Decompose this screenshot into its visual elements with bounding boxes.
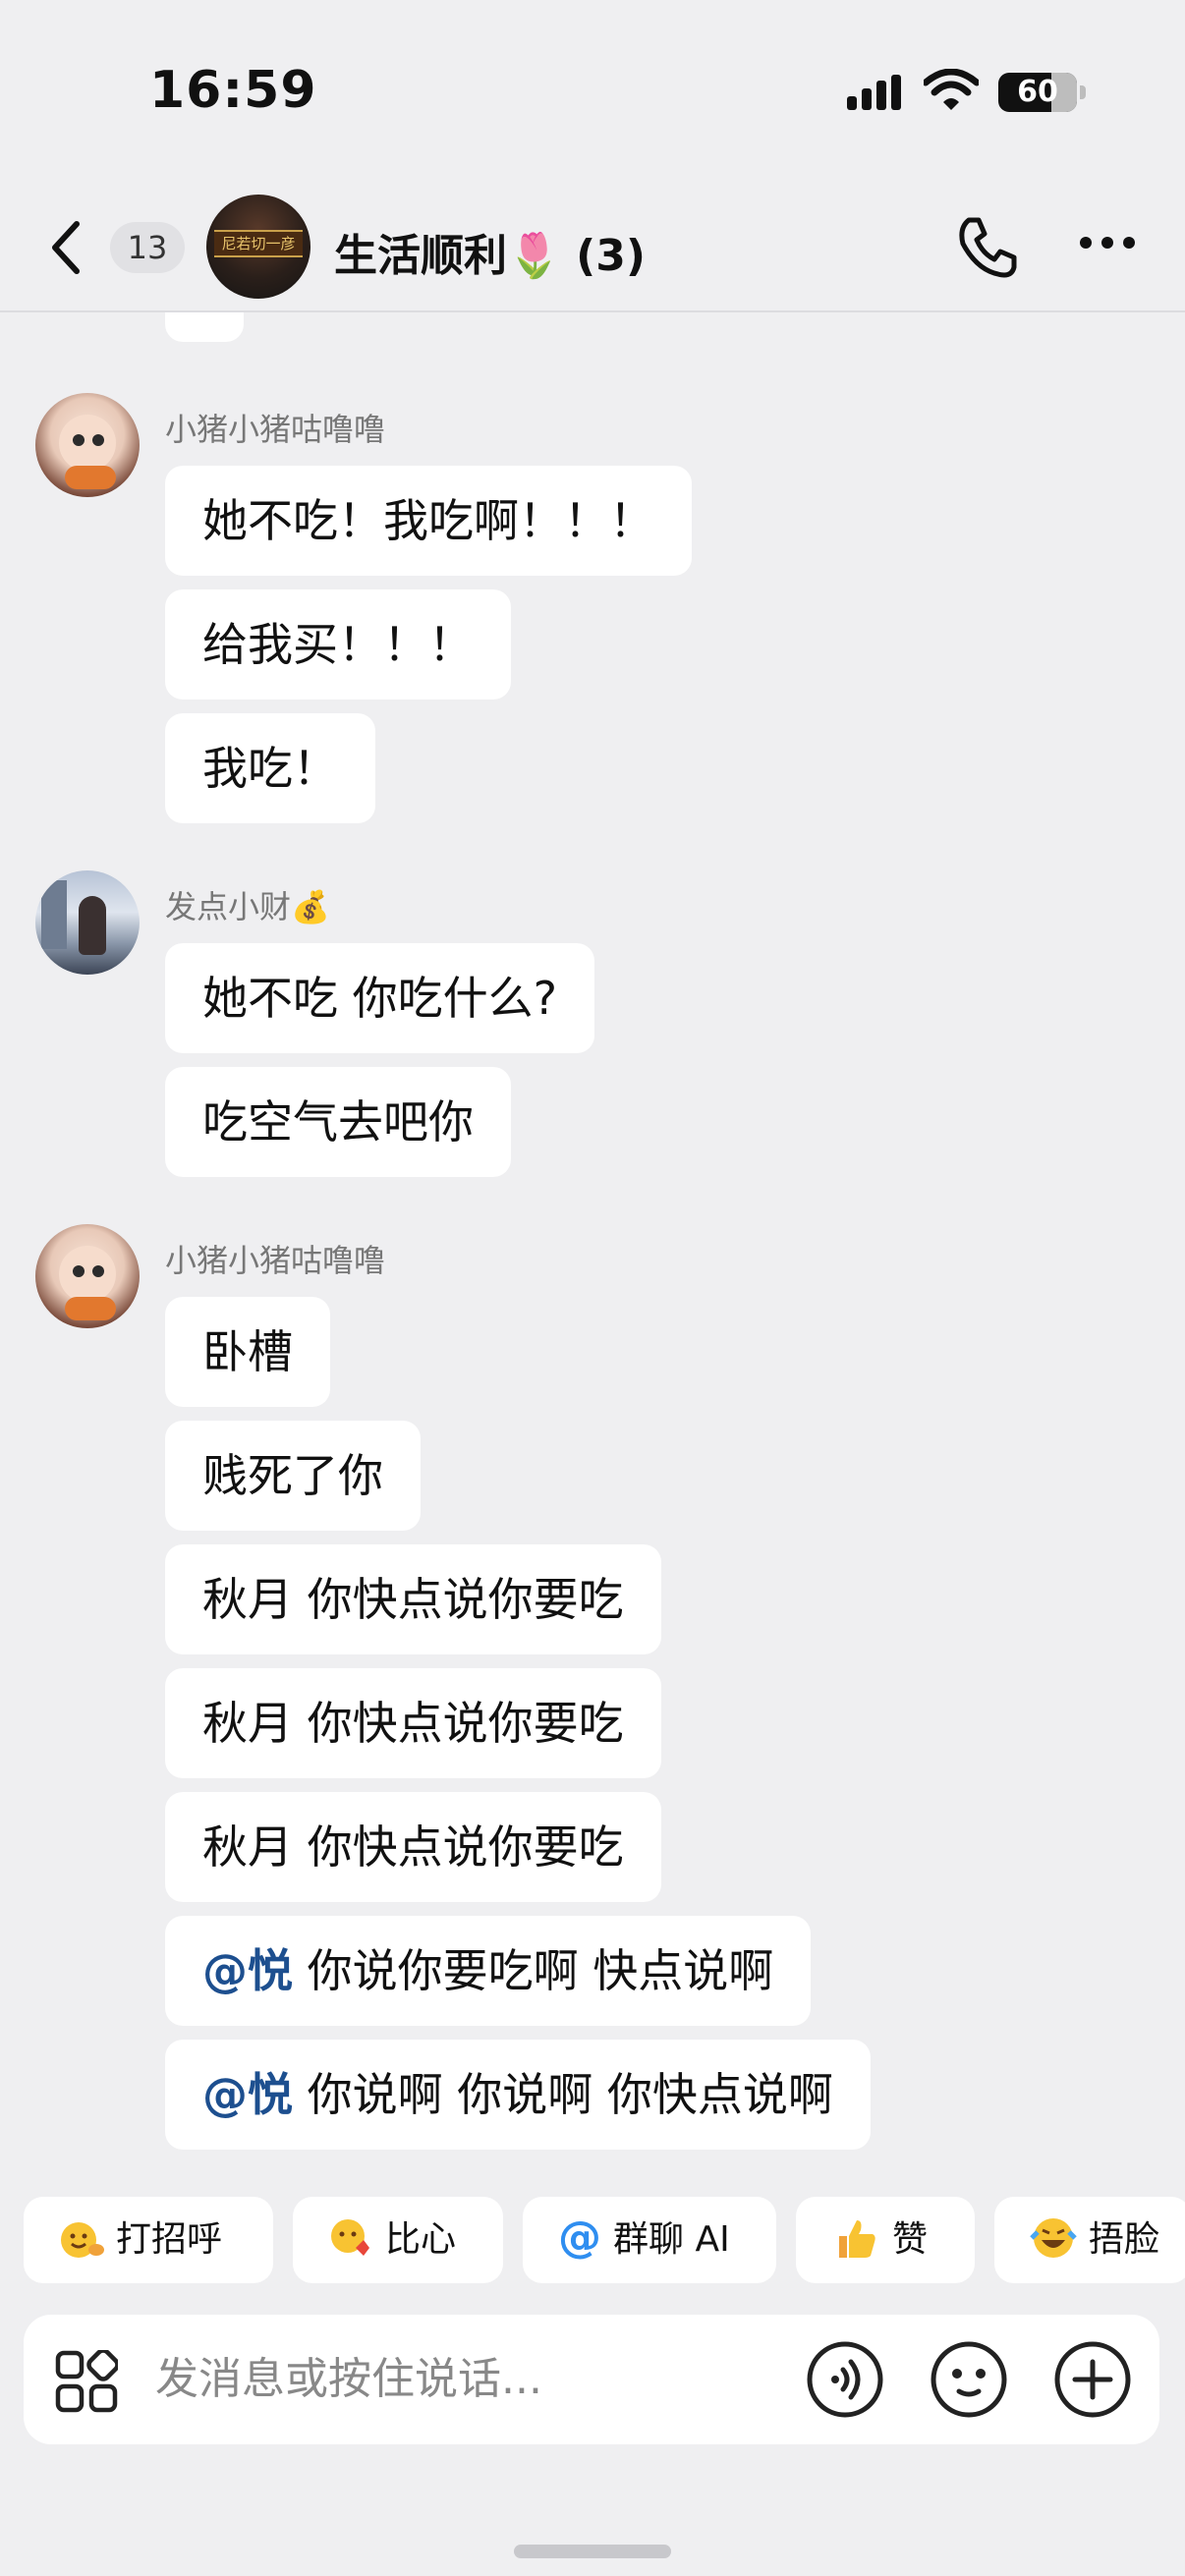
message-bubble[interactable]: 秋月 你快点说你要吃 <box>165 1668 661 1778</box>
phone-icon[interactable] <box>955 214 1020 279</box>
unread-count-badge[interactable]: 13 <box>110 222 185 273</box>
sender-name: 发点小财💰 <box>165 888 330 925</box>
message-bubble[interactable]: 吃空气去吧你 <box>165 1067 511 1177</box>
avatar-sign: 尼若切一彦 <box>214 230 303 257</box>
message-bubble[interactable]: 贱死了你 <box>165 1421 421 1531</box>
chip-greet[interactable]: 打招呼 <box>24 2197 273 2283</box>
message-bubble[interactable]: 卧槽 <box>165 1297 330 1407</box>
message-bubble[interactable]: 她不吃 你吃什么? <box>165 943 595 1053</box>
chip-heart[interactable]: 比心 <box>293 2197 503 2283</box>
laugh-cry-emoji-icon <box>1030 2218 1077 2258</box>
chip-label: 比心 <box>385 2219 457 2260</box>
emoji-icon[interactable] <box>930 2340 1008 2419</box>
sender-name: 小猪小猪咕噜噜 <box>165 411 386 448</box>
message-bubble[interactable]: 秋月 你快点说你要吃 <box>165 1544 661 1654</box>
chip-label: 打招呼 <box>116 2219 223 2260</box>
voice-icon[interactable] <box>806 2340 884 2419</box>
group-avatar[interactable]: 尼若切一彦 <box>206 195 310 299</box>
thumbs-up-icon <box>839 2220 875 2258</box>
chip-label: 群聊 AI <box>613 2219 730 2260</box>
at-icon: @ <box>558 2212 601 2263</box>
mention-tag[interactable]: @悦 <box>202 2068 293 2121</box>
chat-header: 13 尼若切一彦 生活顺利🌷 (3) <box>0 187 1185 312</box>
message-bubble-mention[interactable]: @悦 你说你要吃啊 快点说啊 <box>165 1916 812 2026</box>
chip-label: 捂脸 <box>1089 2219 1160 2260</box>
message-bubble-mention[interactable]: @悦 你说啊 你说啊 你快点说啊 <box>165 2040 871 2150</box>
message-bubble-partial[interactable] <box>165 312 244 342</box>
message-bubble[interactable]: 秋月 你快点说你要吃 <box>165 1792 661 1902</box>
home-indicator[interactable] <box>514 2545 671 2558</box>
chip-group-ai[interactable]: @ 群聊 AI <box>523 2197 776 2283</box>
battery-indicator: 60 <box>998 73 1086 112</box>
message-text: 你说啊 你说啊 你快点说啊 <box>293 2068 833 2121</box>
status-time: 16:59 <box>149 61 317 120</box>
back-icon[interactable] <box>47 218 86 277</box>
signal-icon <box>847 75 901 110</box>
chip-label: 赞 <box>892 2219 929 2260</box>
status-bar: 16:59 60 <box>0 0 1185 187</box>
battery-level: 60 <box>1017 75 1058 109</box>
message-bubble[interactable]: 她不吃！我吃啊！！！ <box>165 466 692 576</box>
plus-icon[interactable] <box>1053 2340 1132 2419</box>
more-icon[interactable] <box>1079 236 1136 250</box>
avatar-xiaozhu[interactable] <box>35 1224 140 1328</box>
apps-icon[interactable] <box>55 2350 118 2413</box>
message-list[interactable]: 小猪小猪咕噜噜 她不吃！我吃啊！！！ 给我买！！！ 我吃！ 发点小财💰 她不吃 … <box>0 312 1185 2159</box>
mention-tag[interactable]: @悦 <box>202 1944 293 1997</box>
avatar-facai[interactable] <box>35 870 140 975</box>
quick-reply-bar[interactable]: 打招呼 比心 @ 群聊 AI 赞 捂脸 <box>0 2197 1185 2285</box>
chip-facepalm[interactable]: 捂脸 <box>994 2197 1185 2283</box>
chip-like[interactable]: 赞 <box>796 2197 975 2283</box>
message-bubble[interactable]: 给我买！！！ <box>165 589 511 700</box>
wifi-icon <box>924 69 979 110</box>
group-title[interactable]: 生活顺利🌷 (3) <box>334 220 646 283</box>
wave-emoji-icon <box>61 2222 104 2258</box>
avatar-xiaozhu[interactable] <box>35 393 140 497</box>
message-text: 你说你要吃啊 快点说啊 <box>293 1944 774 1997</box>
sender-name: 小猪小猪咕噜噜 <box>165 1242 386 1279</box>
message-input[interactable]: 发消息或按住说话... <box>155 2315 542 2444</box>
message-bubble[interactable]: 我吃！ <box>165 713 375 823</box>
message-input-bar: 发消息或按住说话... <box>24 2315 1159 2444</box>
finger-heart-emoji-icon <box>331 2219 369 2256</box>
